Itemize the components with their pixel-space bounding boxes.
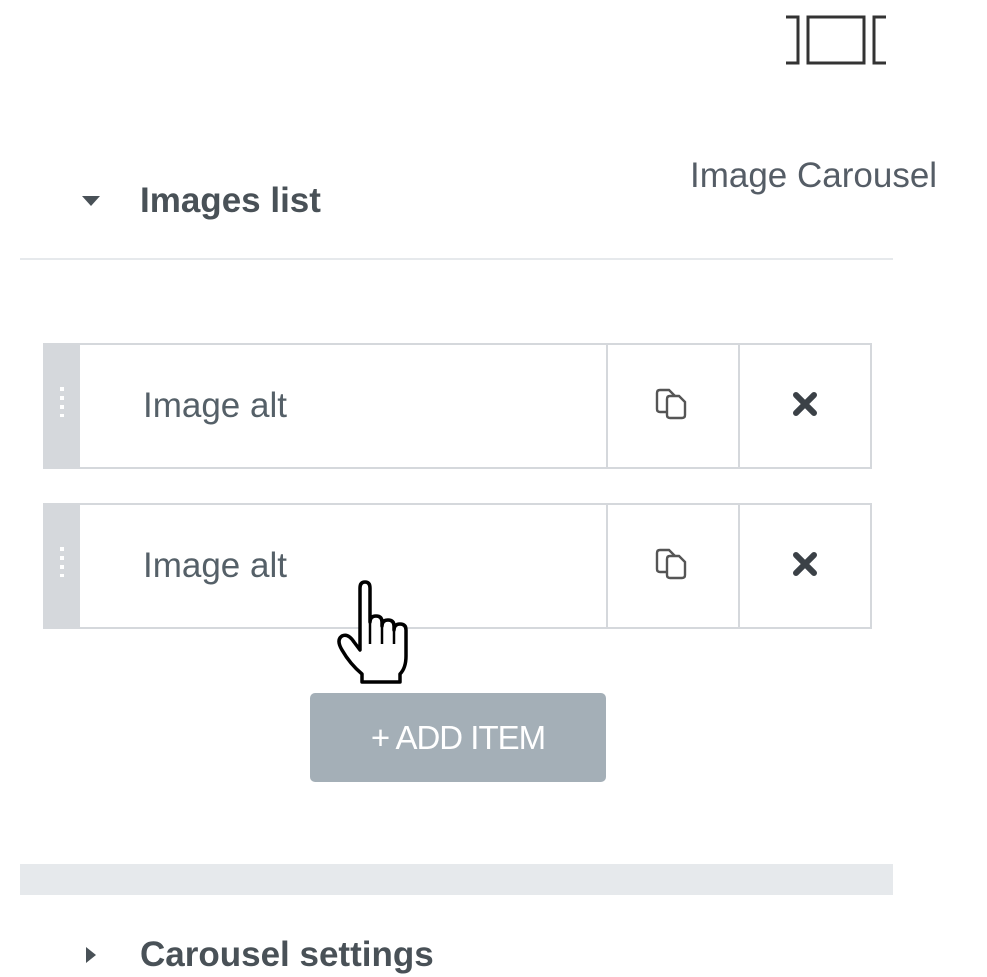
section-header-carousel-settings[interactable]: Carousel settings bbox=[76, 930, 434, 977]
add-item-button[interactable]: + ADD ITEM bbox=[310, 693, 606, 782]
remove-button[interactable] bbox=[738, 345, 870, 467]
section-separator bbox=[20, 864, 893, 895]
section-title: Images list bbox=[140, 181, 321, 220]
drag-handle-icon bbox=[60, 547, 64, 577]
repeater-row-body: Image alt bbox=[80, 343, 872, 469]
close-icon bbox=[792, 551, 818, 582]
caret-right-icon bbox=[76, 940, 106, 970]
drag-handle[interactable] bbox=[43, 343, 80, 469]
caret-down-icon bbox=[76, 186, 106, 216]
repeater-row: Image alt bbox=[43, 343, 872, 469]
repeater-row: Image alt bbox=[43, 503, 872, 629]
duplicate-icon bbox=[653, 547, 693, 586]
drag-handle[interactable] bbox=[43, 503, 80, 629]
widget-title: Image Carousel bbox=[690, 156, 938, 195]
section-title: Carousel settings bbox=[140, 935, 434, 974]
repeater-row-body: Image alt bbox=[80, 503, 872, 629]
section-header-images-list[interactable]: Images list bbox=[76, 176, 321, 226]
hand-pointer-cursor bbox=[330, 578, 426, 688]
remove-button[interactable] bbox=[738, 505, 870, 627]
duplicate-button[interactable] bbox=[608, 345, 738, 467]
image-carousel-icon bbox=[780, 14, 892, 66]
duplicate-button[interactable] bbox=[608, 505, 738, 627]
editor-panel: Image Carousel Images list Image alt Ima… bbox=[0, 0, 987, 977]
repeater-row-title[interactable]: Image alt bbox=[80, 345, 608, 467]
drag-handle-icon bbox=[60, 387, 64, 417]
close-icon bbox=[792, 391, 818, 422]
duplicate-icon bbox=[653, 387, 693, 426]
divider bbox=[20, 258, 893, 260]
